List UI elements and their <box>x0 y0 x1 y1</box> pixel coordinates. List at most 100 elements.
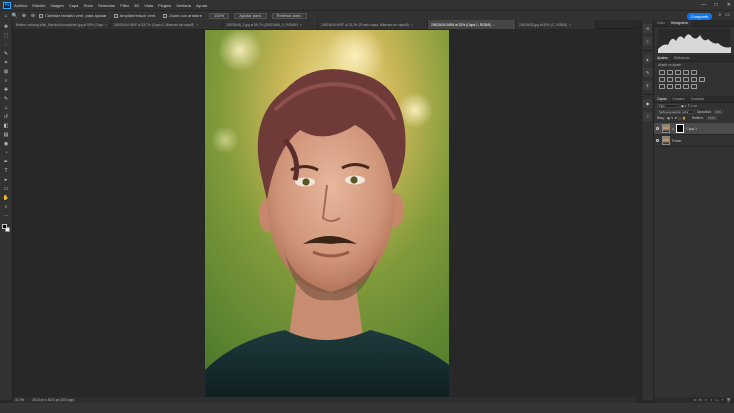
paragraph-icon[interactable]: ¶ <box>643 81 652 90</box>
menu-item-ventana[interactable]: Ventana <box>176 3 191 8</box>
document-info[interactable]: 3024 px x 3024 px (300 ppp) <box>32 398 74 402</box>
brush-icon[interactable]: ✎ <box>2 95 11 103</box>
tab-paths[interactable]: Trazados <box>688 96 708 102</box>
document-tab[interactable]: Ballenz-zeitung-Weil_Wyrdivid-komplizier… <box>13 20 111 29</box>
curves-icon[interactable] <box>675 70 681 75</box>
pen-icon[interactable]: ✒ <box>2 158 11 166</box>
tab-histogram[interactable]: Histograma <box>667 20 691 26</box>
healing-icon[interactable]: ✚ <box>2 86 11 94</box>
layer-thumbnail[interactable] <box>662 136 670 145</box>
tab-layers[interactable]: Capas <box>654 96 670 102</box>
posterize-icon[interactable] <box>667 84 673 89</box>
magnifier-icon[interactable]: 🔍 <box>12 13 18 19</box>
crop-icon[interactable]: ⌗ <box>2 59 11 67</box>
fill-screen-button[interactable]: Rellenar pant. <box>271 12 307 19</box>
layer-row[interactable]: ∞ Capa 1 <box>654 123 734 135</box>
zoom-100-button[interactable]: 100% <box>208 12 230 19</box>
menu-item-3d[interactable]: 3D <box>134 3 139 8</box>
visibility-eye-icon[interactable] <box>656 127 659 130</box>
hue-saturation-icon[interactable] <box>659 77 665 82</box>
blur-icon[interactable]: ◉ <box>2 140 11 148</box>
selective-color-icon[interactable] <box>691 84 697 89</box>
rectangle-icon[interactable]: ▭ <box>2 185 11 193</box>
frame-icon[interactable]: ⊠ <box>2 68 11 76</box>
opacity-field[interactable]: 60% <box>713 110 724 114</box>
visibility-eye-icon[interactable] <box>656 139 659 142</box>
search-icon[interactable]: ⌕ <box>718 12 721 18</box>
menu-item-edición[interactable]: Edición <box>32 3 45 8</box>
close-tab-icon[interactable]: × <box>569 23 571 27</box>
zoom-readout[interactable]: 31,9% <box>15 398 24 402</box>
exposure-icon[interactable] <box>683 70 689 75</box>
link-icon[interactable]: ∞ <box>694 398 697 402</box>
layer-name[interactable]: Fondo <box>672 139 681 143</box>
filter-icons[interactable]: ▣ ◐ T ▭ ⧉ <box>681 104 697 108</box>
kind-filter-select[interactable]: Tipo <box>657 104 679 108</box>
fill-field[interactable]: 100% <box>705 116 718 120</box>
move-icon[interactable]: ✥ <box>2 23 11 31</box>
document-tab[interactable]: 20623645.HEIF al 33,3% (Fondo copia, Más… <box>318 20 428 29</box>
lock-icons[interactable]: ▦ ✎ ✥ ▢ 🔒 <box>667 116 686 120</box>
history-icon[interactable]: ⟲ <box>643 24 652 33</box>
zoom-out-icon[interactable]: ⊖ <box>30 13 36 19</box>
more-icon[interactable]: ··· <box>2 212 11 220</box>
zoom-in-icon[interactable]: ⊕ <box>21 13 27 19</box>
lasso-icon[interactable]: ◌ <box>2 41 11 49</box>
fx-icon[interactable]: fx <box>699 398 702 402</box>
portrait-photo[interactable] <box>205 30 449 397</box>
workspace-icon[interactable]: ▭ <box>725 12 730 18</box>
zoom-icon[interactable]: ⌕ <box>2 203 11 211</box>
tab-libraries[interactable]: Bibliotecas <box>671 55 693 61</box>
invert-icon[interactable] <box>659 84 665 89</box>
menu-item-ayuda[interactable]: Ayuda <box>196 3 207 8</box>
close-tab-icon[interactable]: × <box>411 23 413 27</box>
checkbox-box[interactable] <box>163 13 168 18</box>
adjustment-layer-icon[interactable]: ◑ <box>710 398 712 402</box>
brush-settings-icon[interactable]: ✎ <box>643 68 652 77</box>
checkbox-box[interactable] <box>113 13 118 18</box>
close-tab-icon[interactable]: × <box>493 23 495 27</box>
gradient-map-icon[interactable] <box>683 84 689 89</box>
trash-icon[interactable]: 🗑 <box>727 398 731 402</box>
minimize-icon[interactable]: — <box>701 2 706 8</box>
resize-windows-checkbox[interactable]: Cambiar tamaño vent. para ajustar <box>39 13 107 18</box>
canvas-area[interactable] <box>13 30 636 397</box>
close-tab-icon[interactable]: × <box>300 23 302 27</box>
layer-thumbnail[interactable] <box>662 124 670 133</box>
learn-icon[interactable]: ? <box>643 112 652 121</box>
chain-icon[interactable]: ∞ <box>672 127 674 131</box>
maximize-icon[interactable]: □ <box>715 2 718 8</box>
close-tab-icon[interactable]: × <box>105 23 107 27</box>
quick-select-icon[interactable]: ✎ <box>2 50 11 58</box>
color-wheel-icon[interactable]: ● <box>643 55 652 64</box>
layer-row[interactable]: Fondo <box>654 135 734 147</box>
menu-item-imagen[interactable]: Imagen <box>50 3 63 8</box>
zoom-all-windows-checkbox[interactable]: Ampliar/reducir vent. <box>113 13 156 18</box>
properties-icon[interactable]: ≡ <box>643 37 652 46</box>
share-button[interactable]: Compartir <box>687 12 712 20</box>
dodge-icon[interactable]: ◔ <box>2 149 11 157</box>
levels-icon[interactable] <box>667 70 673 75</box>
brightness-icon[interactable] <box>659 70 665 75</box>
tab-adjustments[interactable]: Ajustes <box>654 55 671 61</box>
checkbox-box[interactable] <box>39 13 43 18</box>
eyedropper-icon[interactable]: ⌕ <box>2 77 11 85</box>
threshold-icon[interactable] <box>675 84 681 89</box>
document-tab[interactable]: 20623633.jpg al 50% (C, RGB/8) × <box>516 20 596 29</box>
layer-name[interactable]: Capa 1 <box>686 127 697 131</box>
group-icon[interactable]: ▭ <box>715 398 718 402</box>
menu-item-plugins[interactable]: Plugins <box>158 3 171 8</box>
document-tab[interactable]: 20623630.ARW al 32% (Capa 1, RGB/8) × <box>428 20 516 29</box>
history-brush-icon[interactable]: ↺ <box>2 113 11 121</box>
tab-color[interactable]: Color <box>654 20 668 26</box>
eraser-icon[interactable]: ◧ <box>2 122 11 130</box>
color-swatches[interactable] <box>1 224 11 233</box>
path-select-icon[interactable]: ▸ <box>2 176 11 184</box>
gradient-icon[interactable]: ▤ <box>2 131 11 139</box>
menu-item-filtro[interactable]: Filtro <box>120 3 129 8</box>
mask-icon[interactable]: ◐ <box>705 398 707 402</box>
hand-icon[interactable]: ✋ <box>2 194 11 202</box>
layer-mask-thumbnail[interactable] <box>676 124 685 133</box>
document-tab[interactable]: 20615464.HEIF al 33,7% (Capa 6, Máscara … <box>111 20 223 29</box>
menu-item-archivo[interactable]: Archivo <box>14 3 27 8</box>
